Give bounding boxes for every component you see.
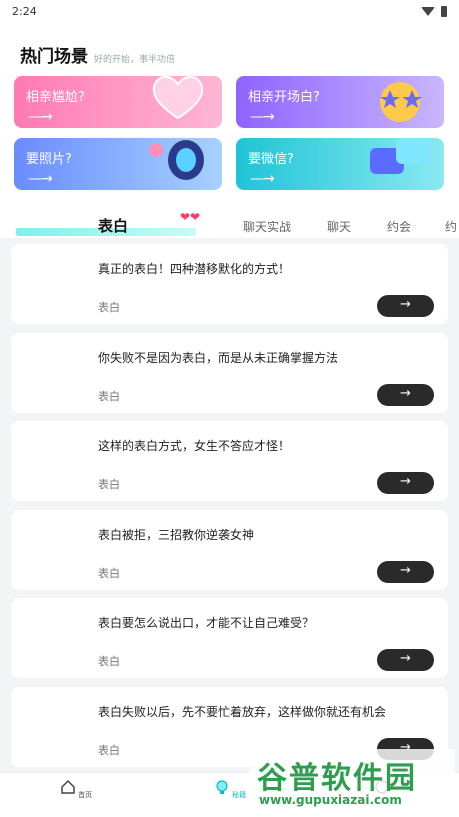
scene-card-wechat[interactable]: 要微信? —→ <box>236 138 444 190</box>
heart-icon <box>152 76 204 120</box>
card-label: 相亲尴尬? <box>26 90 85 105</box>
item-tag: 表白 <box>98 743 120 757</box>
tabbar-label: 秘籍 <box>232 791 247 799</box>
item-title: 你失败不是因为表白，而是从未正确掌握方法 <box>98 350 339 365</box>
section-title: 热门场景 <box>20 47 88 67</box>
open-arrow-button[interactable]: → <box>377 649 434 672</box>
tab-more[interactable]: 约 <box>445 218 457 235</box>
item-tag: 表白 <box>98 655 120 669</box>
tabbar-tips[interactable]: 秘籍 <box>210 779 250 800</box>
arrow-icon: —→ <box>28 171 53 187</box>
article-list: 真正的表白！四种潜移默化的方式！ 表白 → 你失败不是因为表白，而是从未正确掌握… <box>11 244 448 776</box>
home-icon <box>61 779 75 794</box>
status-time: 2:24 <box>12 4 37 18</box>
category-tabs: 表白 聊天实战 聊天 约会 约 <box>0 208 459 240</box>
tab-chat-practice[interactable]: 聊天实战 <box>243 218 291 235</box>
scenes-section: 热门场景 好的开始，事半功倍 <box>0 22 459 238</box>
list-item[interactable]: 这样的表白方式，女生不答应才怪！ 表白 → <box>11 421 448 502</box>
tabbar-label: 首页 <box>78 791 93 799</box>
tab-dating[interactable]: 约会 <box>387 218 411 235</box>
card-label: 相亲开场白? <box>248 90 320 105</box>
item-tag: 表白 <box>98 389 120 403</box>
scene-card-photo[interactable]: 要照片? —→ <box>14 138 222 190</box>
card-label: 要微信? <box>248 152 294 167</box>
watermark-url: www.gupuxiazai.com <box>259 793 402 807</box>
item-title: 表白要怎么说出口，才能不让自己难受？ <box>98 616 315 631</box>
arrow-icon: —→ <box>250 109 275 125</box>
chat-bubbles-icon <box>370 138 430 174</box>
arrow-icon: —→ <box>250 171 275 187</box>
megaphone-icon <box>149 140 204 180</box>
list-item[interactable]: 表白要怎么说出口，才能不让自己难受？ 表白 → <box>11 598 448 679</box>
open-arrow-button[interactable]: → <box>377 560 434 583</box>
watermark-brand: 谷普软件园 <box>257 761 417 796</box>
bulb-icon <box>216 780 228 794</box>
arrow-icon: —→ <box>28 109 53 125</box>
item-tag: 表白 <box>98 301 120 314</box>
open-arrow-button[interactable]: → <box>377 472 434 495</box>
open-arrow-button[interactable]: → <box>377 383 434 406</box>
item-title: 这样的表白方式，女生不答应才怪！ <box>98 439 291 454</box>
list-item[interactable]: 表白被拒，三招教你逆袭女神 表白 → <box>11 509 448 590</box>
item-title: 真正的表白！四种潜移默化的方式！ <box>98 262 291 276</box>
tab-confess[interactable]: 表白 <box>98 215 128 236</box>
wifi-icon <box>421 6 435 16</box>
card-label: 要照片? <box>26 152 72 167</box>
section-header: 热门场景 好的开始，事半功倍 <box>0 22 459 74</box>
section-subtitle: 好的开始，事半功倍 <box>94 55 176 65</box>
item-title: 表白被拒，三招教你逆袭女神 <box>98 527 255 542</box>
tabbar-home[interactable]: 首页 <box>56 779 96 800</box>
item-tag: 表白 <box>98 478 120 492</box>
watermark-logo: 谷普软件园 www.gupuxiazai.com <box>249 749 455 813</box>
item-tag: 表白 <box>98 566 120 580</box>
list-item[interactable]: 你失败不是因为表白，而是从未正确掌握方法 表白 → <box>11 332 448 413</box>
item-title: 表白失败以后，先不要忙着放弃，这样做你就还有机会 <box>98 704 387 719</box>
status-bar: 2:24 <box>0 0 459 22</box>
scene-card-opener[interactable]: 相亲开场白? —→ <box>236 76 444 128</box>
open-arrow-button[interactable]: → <box>377 295 434 317</box>
tab-chat[interactable]: 聊天 <box>327 218 351 235</box>
star-eyes-emoji-icon <box>380 82 422 122</box>
scene-card-awkward[interactable]: 相亲尴尬? —→ <box>14 76 222 128</box>
list-item[interactable]: 真正的表白！四种潜移默化的方式！ 表白 → <box>11 244 448 324</box>
status-icons <box>421 5 447 17</box>
battery-icon <box>441 5 447 17</box>
